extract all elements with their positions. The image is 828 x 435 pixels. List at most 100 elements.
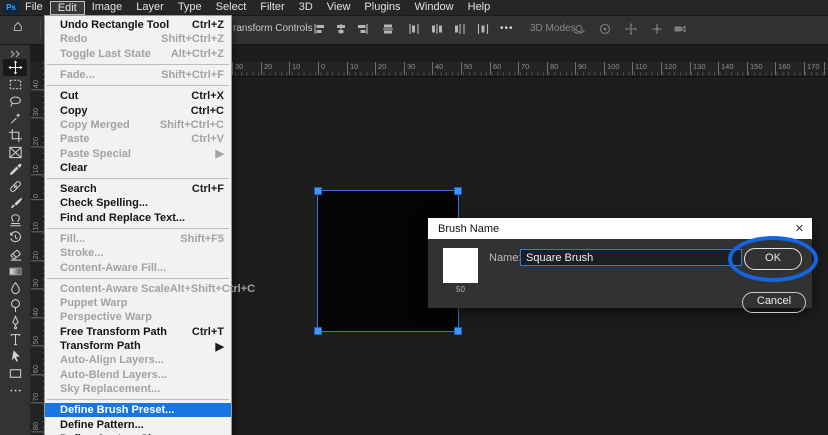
3d-roll-icon[interactable] xyxy=(598,22,612,36)
home-icon[interactable]: ⌂ xyxy=(13,18,23,36)
edit-menu-item[interactable]: Copy Ctrl+C xyxy=(45,103,231,117)
tool-gradient[interactable] xyxy=(3,263,27,280)
tool-healing-brush[interactable] xyxy=(3,178,27,195)
distribute-right-icon[interactable] xyxy=(453,22,467,36)
tool-rectangular-marquee[interactable] xyxy=(3,76,27,93)
tool-frame[interactable] xyxy=(3,144,27,161)
edit-menu-item[interactable] xyxy=(47,85,229,86)
align-horizontal-centers-icon[interactable] xyxy=(334,22,348,36)
3d-camera-icon[interactable] xyxy=(673,22,687,36)
tool-rectangle[interactable] xyxy=(3,365,27,382)
3d-orbit-icon[interactable] xyxy=(572,22,586,36)
edit-menu-item[interactable]: Paste Ctrl+V xyxy=(45,132,231,146)
hruler-tick: 30 xyxy=(404,62,415,75)
menu-item-label: Undo Rectangle Tool xyxy=(60,19,169,31)
brush-name-input[interactable] xyxy=(520,249,742,266)
edit-menu-item[interactable] xyxy=(47,278,229,279)
transform-handle-top-left[interactable] xyxy=(314,187,322,195)
tool-eraser[interactable] xyxy=(3,246,27,263)
menubar-item[interactable]: Layer xyxy=(129,0,171,15)
edit-menu-item[interactable]: Undo Rectangle Tool Ctrl+Z xyxy=(45,18,231,32)
tool-eyedropper[interactable] xyxy=(3,161,27,178)
tool-history-brush[interactable] xyxy=(3,229,27,246)
edit-menu-item[interactable]: Puppet Warp xyxy=(45,296,231,310)
menu-item-label: Auto-Align Layers... xyxy=(60,354,164,366)
show-transform-controls-label[interactable]: ransform Controls xyxy=(233,23,312,34)
menu-item-label: Content-Aware Fill... xyxy=(60,262,166,274)
edit-menu-item[interactable]: Toggle Last State Alt+Ctrl+Z xyxy=(45,47,231,61)
edit-menu-item[interactable]: Redo Shift+Ctrl+Z xyxy=(45,32,231,46)
edit-menu-item[interactable]: Cut Ctrl+X xyxy=(45,89,231,103)
menubar-item[interactable]: View xyxy=(320,0,358,15)
hruler-tick: 140 xyxy=(718,62,734,75)
transform-handle-bottom-left[interactable] xyxy=(314,327,322,335)
menu-item-label: Free Transform Path xyxy=(60,326,167,338)
3d-slide-icon[interactable] xyxy=(650,22,664,36)
menubar-item[interactable]: Image xyxy=(85,0,130,15)
distribute-center-icon[interactable] xyxy=(430,22,444,36)
menu-item-label: Toggle Last State xyxy=(60,48,151,60)
dialog-title-bar[interactable]: Brush Name ✕ xyxy=(428,218,812,239)
edit-menu-item[interactable]: Auto-Blend Layers... xyxy=(45,368,231,382)
distribute-spacing-icon[interactable] xyxy=(476,22,490,36)
edit-menu-item[interactable]: Auto-Align Layers... xyxy=(45,353,231,367)
edit-menu-item[interactable] xyxy=(47,399,229,400)
edit-menu-item[interactable]: Define Brush Preset... xyxy=(45,403,231,417)
vruler-tick: 60 xyxy=(31,365,44,375)
tool-dodge[interactable] xyxy=(3,297,27,314)
menubar-item[interactable]: Plugins xyxy=(357,0,407,15)
align-right-edges-icon[interactable] xyxy=(356,22,370,36)
tool-blur[interactable] xyxy=(3,280,27,297)
menubar-item[interactable]: Help xyxy=(461,0,498,15)
tool-path-selection[interactable] xyxy=(3,348,27,365)
edit-menu-item[interactable]: Check Spelling... xyxy=(45,196,231,210)
hruler-tick: 150 xyxy=(747,62,763,75)
edit-menu-item[interactable]: Free Transform Path Ctrl+T xyxy=(45,325,231,339)
menubar-item[interactable]: Select xyxy=(209,0,254,15)
menubar-item[interactable]: 3D xyxy=(292,0,320,15)
tool-brush[interactable] xyxy=(3,195,27,212)
tool-object-selection[interactable] xyxy=(3,110,27,127)
edit-menu-item[interactable]: Content-Aware Scale Alt+Shift+Ctrl+C xyxy=(45,282,231,296)
tool-crop[interactable] xyxy=(3,127,27,144)
edit-menu-item[interactable]: Clear xyxy=(45,161,231,175)
edit-menu-item[interactable] xyxy=(47,228,229,229)
edit-menu-item[interactable]: Copy Merged Shift+Ctrl+C xyxy=(45,118,231,132)
edit-menu-item[interactable]: Fade... Shift+Ctrl+F xyxy=(45,68,231,82)
3d-pan-icon[interactable] xyxy=(624,22,638,36)
tool-pen[interactable] xyxy=(3,314,27,331)
menubar-item[interactable]: Type xyxy=(171,0,209,15)
menubar-item[interactable]: File xyxy=(18,0,50,15)
edit-menu-item[interactable]: Search Ctrl+F xyxy=(45,182,231,196)
tool-clone-stamp[interactable] xyxy=(3,212,27,229)
edit-menu-item[interactable] xyxy=(47,178,229,179)
menu-item-shortcut: Shift+Ctrl+C xyxy=(160,119,224,131)
edit-menu-item[interactable]: Stroke... xyxy=(45,246,231,260)
hruler-tick: 80 xyxy=(547,62,558,75)
edit-menu-item[interactable]: Content-Aware Fill... xyxy=(45,260,231,274)
collapse-panel-icon[interactable] xyxy=(9,46,21,58)
more-options-icon[interactable]: ••• xyxy=(500,23,514,34)
tool-more[interactable] xyxy=(3,382,27,399)
transform-handle-bottom-right[interactable] xyxy=(454,327,462,335)
close-icon[interactable]: ✕ xyxy=(795,222,804,235)
distribute-left-icon[interactable] xyxy=(407,22,421,36)
align-vertical-centers-icon[interactable] xyxy=(381,22,395,36)
edit-menu-item[interactable]: Sky Replacement... xyxy=(45,382,231,396)
edit-menu-item[interactable] xyxy=(47,64,229,65)
menubar-item[interactable]: Filter xyxy=(253,0,291,15)
tool-move[interactable] xyxy=(3,59,27,76)
align-left-edges-icon[interactable] xyxy=(312,22,326,36)
tool-type[interactable] xyxy=(3,331,27,348)
edit-menu-item[interactable]: Paste Special ▶ xyxy=(45,146,231,160)
tool-lasso[interactable] xyxy=(3,93,27,110)
edit-menu-item[interactable]: Fill... Shift+F5 xyxy=(45,232,231,246)
menubar-item[interactable]: Window xyxy=(408,0,461,15)
edit-menu-item[interactable]: Define Pattern... xyxy=(45,417,231,431)
edit-menu-item[interactable]: Transform Path ▶ xyxy=(45,339,231,353)
edit-menu-item[interactable]: Find and Replace Text... xyxy=(45,211,231,225)
transform-handle-top-right[interactable] xyxy=(454,187,462,195)
cancel-button[interactable]: Cancel xyxy=(742,292,806,313)
menubar-item[interactable]: Edit xyxy=(50,1,85,15)
edit-menu-item[interactable]: Perspective Warp xyxy=(45,310,231,324)
